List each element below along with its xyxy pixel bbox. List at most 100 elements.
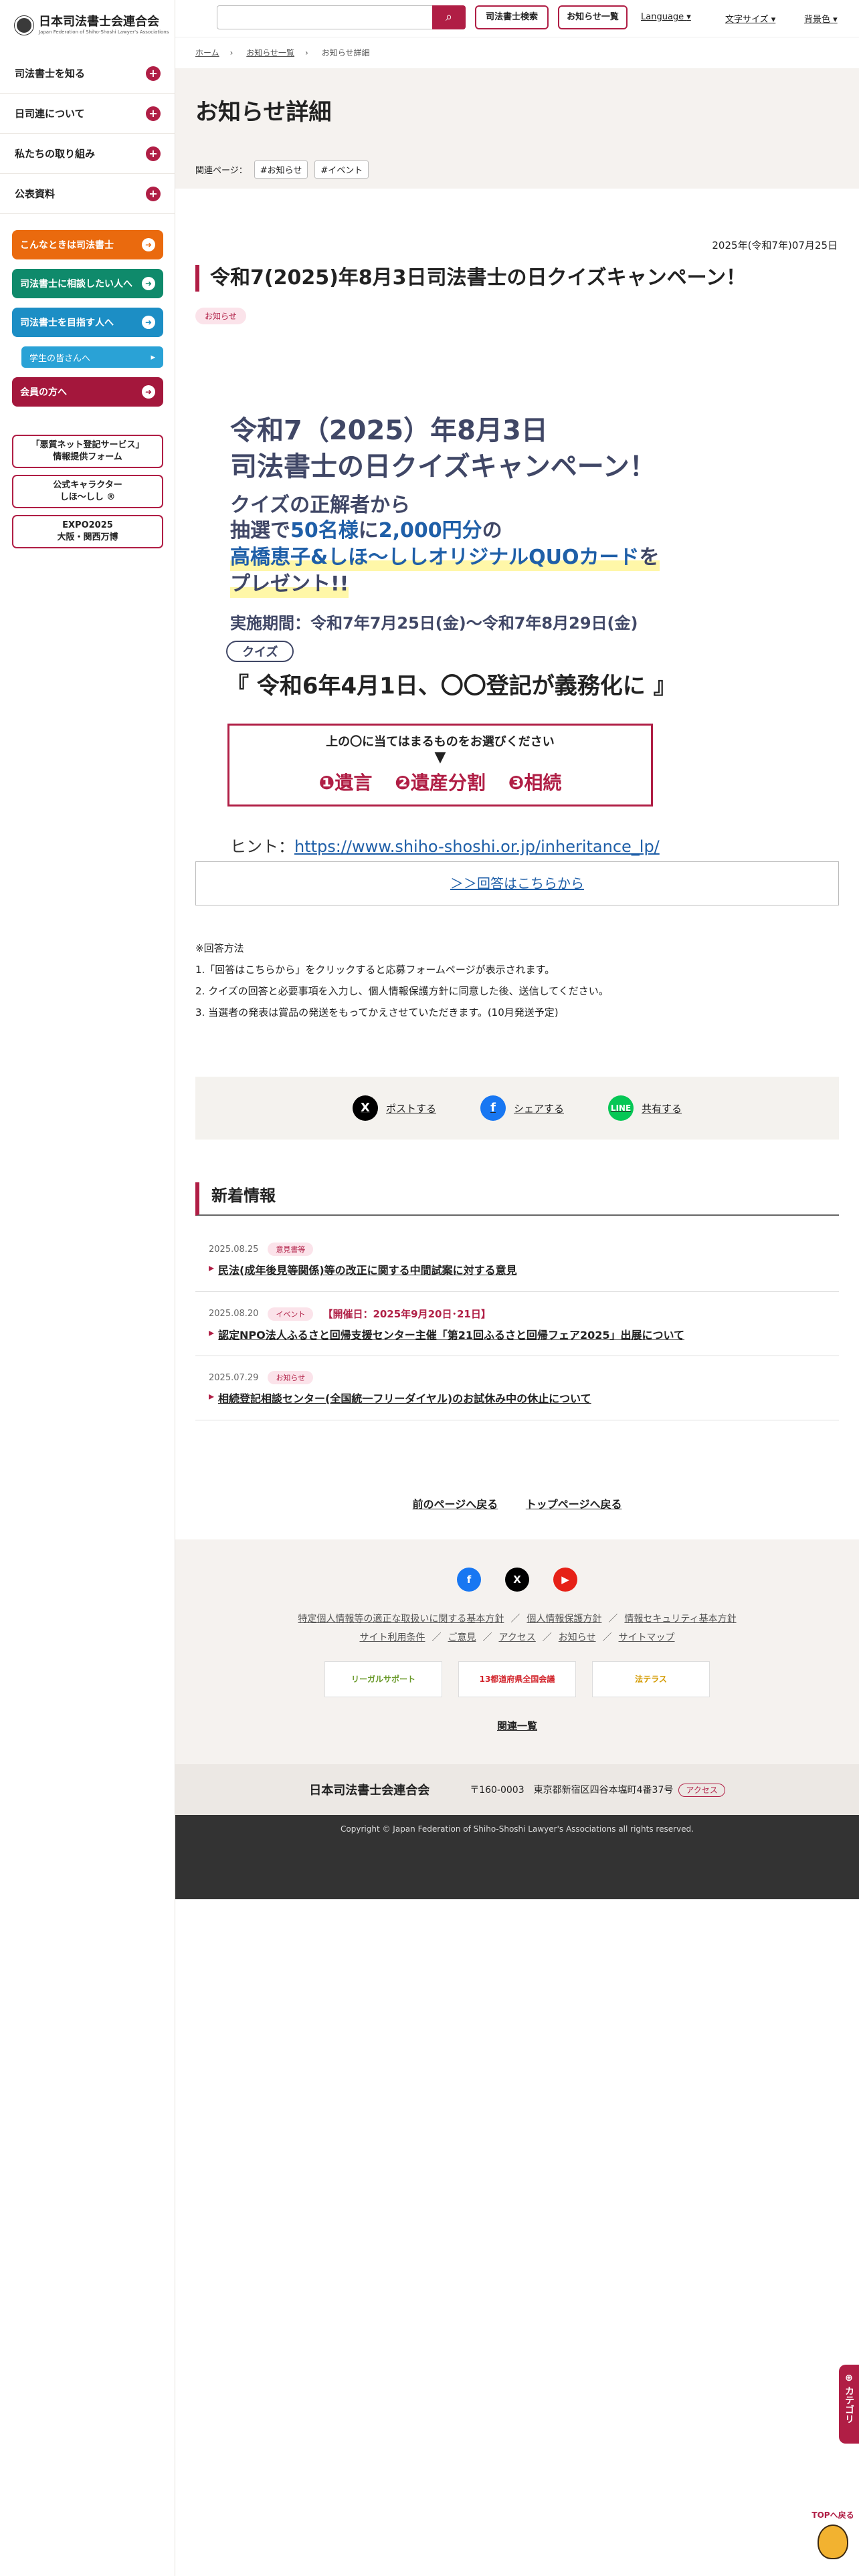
footer-link[interactable]: 特定個人情報等の適正な取扱いに関する基本方針 bbox=[298, 1614, 504, 1624]
students-button[interactable]: 学生の皆さんへ ▸ bbox=[21, 346, 163, 368]
button-label: こんなときは司法書士 bbox=[20, 240, 114, 251]
article-title: 令和7(2025)年8月3日司法書士の日クイズキャンペーン！ bbox=[195, 265, 840, 292]
button-label: 司法書士に相談したい人へ bbox=[20, 279, 132, 290]
postal-code: 〒160-0003 bbox=[470, 1785, 524, 1796]
footer-links-row1: 特定個人情報等の適正な取扱いに関する基本方針／個人情報保護方針／情報セキュリティ… bbox=[298, 1614, 737, 1624]
page-hero: お知らせ詳細 関連ページ： #お知らせ #イベント bbox=[175, 68, 859, 189]
quiz-instruction: 上の〇に当てはまるものをお選びください bbox=[326, 735, 555, 749]
access-link[interactable]: アクセス bbox=[678, 1784, 725, 1797]
youtube-icon[interactable]: ▶ bbox=[553, 1568, 577, 1592]
arrow-down-icon: ▼ bbox=[434, 749, 446, 766]
share-x-button[interactable]: X ポストする bbox=[352, 1095, 436, 1121]
news-category: お知らせ bbox=[268, 1371, 314, 1384]
quiz-hint: ヒント：https://www.shiho-shoshi.or.jp/inher… bbox=[230, 833, 660, 857]
sidebar-item-about[interactable]: 日司連について + bbox=[0, 94, 175, 134]
menu-label: Language bbox=[641, 12, 684, 22]
list-item[interactable]: 2025.08.20 イベント【開催日：2025年9月20日･21日】 認定NPO… bbox=[195, 1292, 839, 1356]
campaign-period: 実施期間：令和7年7月25日(金)～令和7年8月29日(金) bbox=[230, 614, 638, 633]
top-page-link[interactable]: トップページへ戻る bbox=[526, 1498, 622, 1511]
footer-link[interactable]: サイトマップ bbox=[619, 1632, 675, 1643]
footer-link[interactable]: 個人情報保護方針 bbox=[527, 1614, 601, 1624]
breadcrumb-home[interactable]: ホーム bbox=[195, 48, 219, 58]
news-list-button[interactable]: お知らせ一覧 bbox=[558, 5, 628, 29]
banner-houterasu[interactable]: 法テラス bbox=[592, 1661, 710, 1697]
sidebar-item-know[interactable]: 司法書士を知る + bbox=[0, 53, 175, 94]
facebook-icon[interactable]: f bbox=[457, 1568, 481, 1592]
sidebar: 日本司法書士会連合会 Japan Federation of Shiho-Sho… bbox=[0, 0, 175, 2576]
campaign-line1: 令和7（2025）年8月3日 bbox=[230, 415, 548, 446]
facebook-icon: f bbox=[480, 1095, 506, 1121]
to-top-button[interactable]: TOPへ戻る bbox=[811, 2509, 855, 2571]
breadcrumb-current: お知らせ詳細 bbox=[321, 48, 370, 58]
search-button[interactable]: ⌕ bbox=[432, 5, 466, 29]
share-bar: X ポストする f シェアする LINE 共有する bbox=[195, 1077, 839, 1140]
button-line: 「悪質ネット登記サービス」 bbox=[31, 440, 145, 451]
caret-right-icon: ▸ bbox=[151, 352, 155, 362]
language-menu[interactable]: Language ▾ bbox=[641, 12, 691, 22]
answer-method: ※回答方法 1.「回答はこちらから」をクリックすると応募フォームページが表示され… bbox=[195, 938, 609, 1023]
search-input[interactable] bbox=[217, 5, 434, 29]
breadcrumb-news[interactable]: お知らせ一覧 bbox=[246, 48, 294, 58]
breadcrumb: ホーム › お知らせ一覧 › お知らせ詳細 bbox=[195, 47, 380, 58]
banner-legal-support[interactable]: リーガルサポート bbox=[324, 1661, 442, 1697]
news-date: 2025.07.29 bbox=[209, 1372, 259, 1383]
quiz-question: 『 令和6年4月1日、〇〇登記が義務化に 』 bbox=[226, 673, 676, 700]
when-shiho-button[interactable]: こんなときは司法書士 ➜ bbox=[12, 230, 163, 259]
sidebar-item-efforts[interactable]: 私たちの取り組み + bbox=[0, 134, 175, 174]
tag-news[interactable]: #お知らせ bbox=[254, 160, 308, 179]
bg-color-menu[interactable]: 背景色 ▾ bbox=[804, 12, 838, 25]
share-label: シェアする bbox=[513, 1102, 564, 1115]
members-button[interactable]: 会員の方へ ➜ bbox=[12, 377, 163, 407]
list-item[interactable]: 2025.07.29 お知らせ 相続登記相談センター(全国統一フリーダイヤル)のお… bbox=[195, 1356, 839, 1420]
prev-page-link[interactable]: 前のページへ戻る bbox=[413, 1498, 498, 1511]
sidebar-item-publications[interactable]: 公表資料 + bbox=[0, 174, 175, 214]
footer-org-name: 日本司法書士会連合会 bbox=[309, 1784, 430, 1798]
chevron-right-icon: › bbox=[229, 48, 233, 58]
footer-link[interactable]: ご意見 bbox=[448, 1632, 476, 1643]
category-tab[interactable]: ⊕ カテゴリ bbox=[839, 2365, 859, 2444]
plus-icon: ⊕ bbox=[845, 2373, 853, 2383]
expo-button[interactable]: EXPO2025 大阪・関西万博 bbox=[12, 515, 163, 548]
plus-icon: + bbox=[146, 106, 161, 121]
address-bar: 日本司法書士会連合会 〒160-0003 東京都新宿区四谷本塩町4番37号 アクセ… bbox=[175, 1764, 859, 1815]
related-list-link[interactable]: 関連一覧 bbox=[175, 1719, 859, 1733]
news-title-link[interactable]: 相続登記相談センター(全国統一フリーダイヤル)のお試休み中の休止について bbox=[209, 1390, 826, 1406]
related-pages: 関連ページ： #お知らせ #イベント bbox=[195, 160, 369, 179]
prize-highlight: 高橋恵子&しほ～しし bbox=[230, 546, 429, 569]
footer-link[interactable]: アクセス bbox=[498, 1632, 535, 1643]
aspire-button[interactable]: 司法書士を目指す人へ ➜ bbox=[12, 308, 163, 337]
prize-line1: クイズの正解者から bbox=[230, 494, 411, 517]
logo-text: 日本司法書士会連合会 bbox=[39, 15, 159, 29]
share-line-button[interactable]: LINE 共有する bbox=[608, 1095, 682, 1121]
mascot-button[interactable]: 公式キャラクター しほ～しし ® bbox=[12, 475, 163, 508]
consult-button[interactable]: 司法書士に相談したい人へ ➜ bbox=[12, 269, 163, 298]
quiz-badge: クイズ bbox=[226, 641, 294, 662]
arrow-right-icon: ➜ bbox=[142, 277, 155, 290]
footer-link[interactable]: 情報セキュリティ基本方針 bbox=[624, 1614, 736, 1624]
footer-link[interactable]: サイト利用条件 bbox=[359, 1632, 425, 1643]
share-facebook-button[interactable]: f シェアする bbox=[480, 1095, 564, 1121]
pager: 前のページへ戻る トップページへ戻る bbox=[175, 1495, 859, 1511]
method-title: ※回答方法 bbox=[195, 942, 244, 954]
campaign-banner: 令和7（2025）年8月3日 司法書士の日クイズキャンペーン！ クイズの正解者か… bbox=[195, 352, 838, 873]
x-icon: X bbox=[352, 1095, 378, 1121]
news-date: 2025.08.20 bbox=[209, 1309, 259, 1319]
news-title-link[interactable]: 認定NPO法人ふるさと回帰支援センター主催「第21回ふるさと回帰フェア2025」… bbox=[209, 1326, 826, 1342]
news-title-link[interactable]: 民法(成年後見等関係)等の改正に関する中間試案に対する意見 bbox=[209, 1261, 826, 1277]
report-form-button[interactable]: 「悪質ネット登記サービス」 情報提供フォーム bbox=[12, 435, 163, 468]
tag-event[interactable]: #イベント bbox=[314, 160, 369, 179]
hint-link[interactable]: https://www.shiho-shoshi.or.jp/inheritan… bbox=[294, 837, 660, 856]
button-line: 公式キャラクター bbox=[53, 480, 122, 491]
footer-link[interactable]: お知らせ bbox=[559, 1632, 596, 1643]
find-lawyer-button[interactable]: 司法書士検索 bbox=[475, 5, 549, 29]
category-tab-label: カテゴリ bbox=[844, 2386, 854, 2424]
answer-link-button[interactable]: ＞＞回答はこちらから bbox=[195, 861, 839, 905]
font-size-menu[interactable]: 文字サイズ ▾ bbox=[725, 12, 775, 25]
news-date: 2025.08.25 bbox=[209, 1244, 259, 1255]
x-icon[interactable]: X bbox=[505, 1568, 529, 1592]
list-item[interactable]: 2025.08.25 意見書等 民法(成年後見等関係)等の改正に関する中間試案に対… bbox=[195, 1228, 839, 1292]
banner-council[interactable]: 13都道府県全国会議 bbox=[458, 1661, 576, 1697]
prize-highlight: 50名様 bbox=[290, 519, 359, 542]
top-bar: ⌕ 司法書士検索 お知らせ一覧 Language ▾ 文字サイズ ▾ 背景色 ▾ bbox=[175, 0, 859, 37]
site-logo[interactable]: 日本司法書士会連合会 Japan Federation of Shiho-Sho… bbox=[14, 15, 169, 35]
